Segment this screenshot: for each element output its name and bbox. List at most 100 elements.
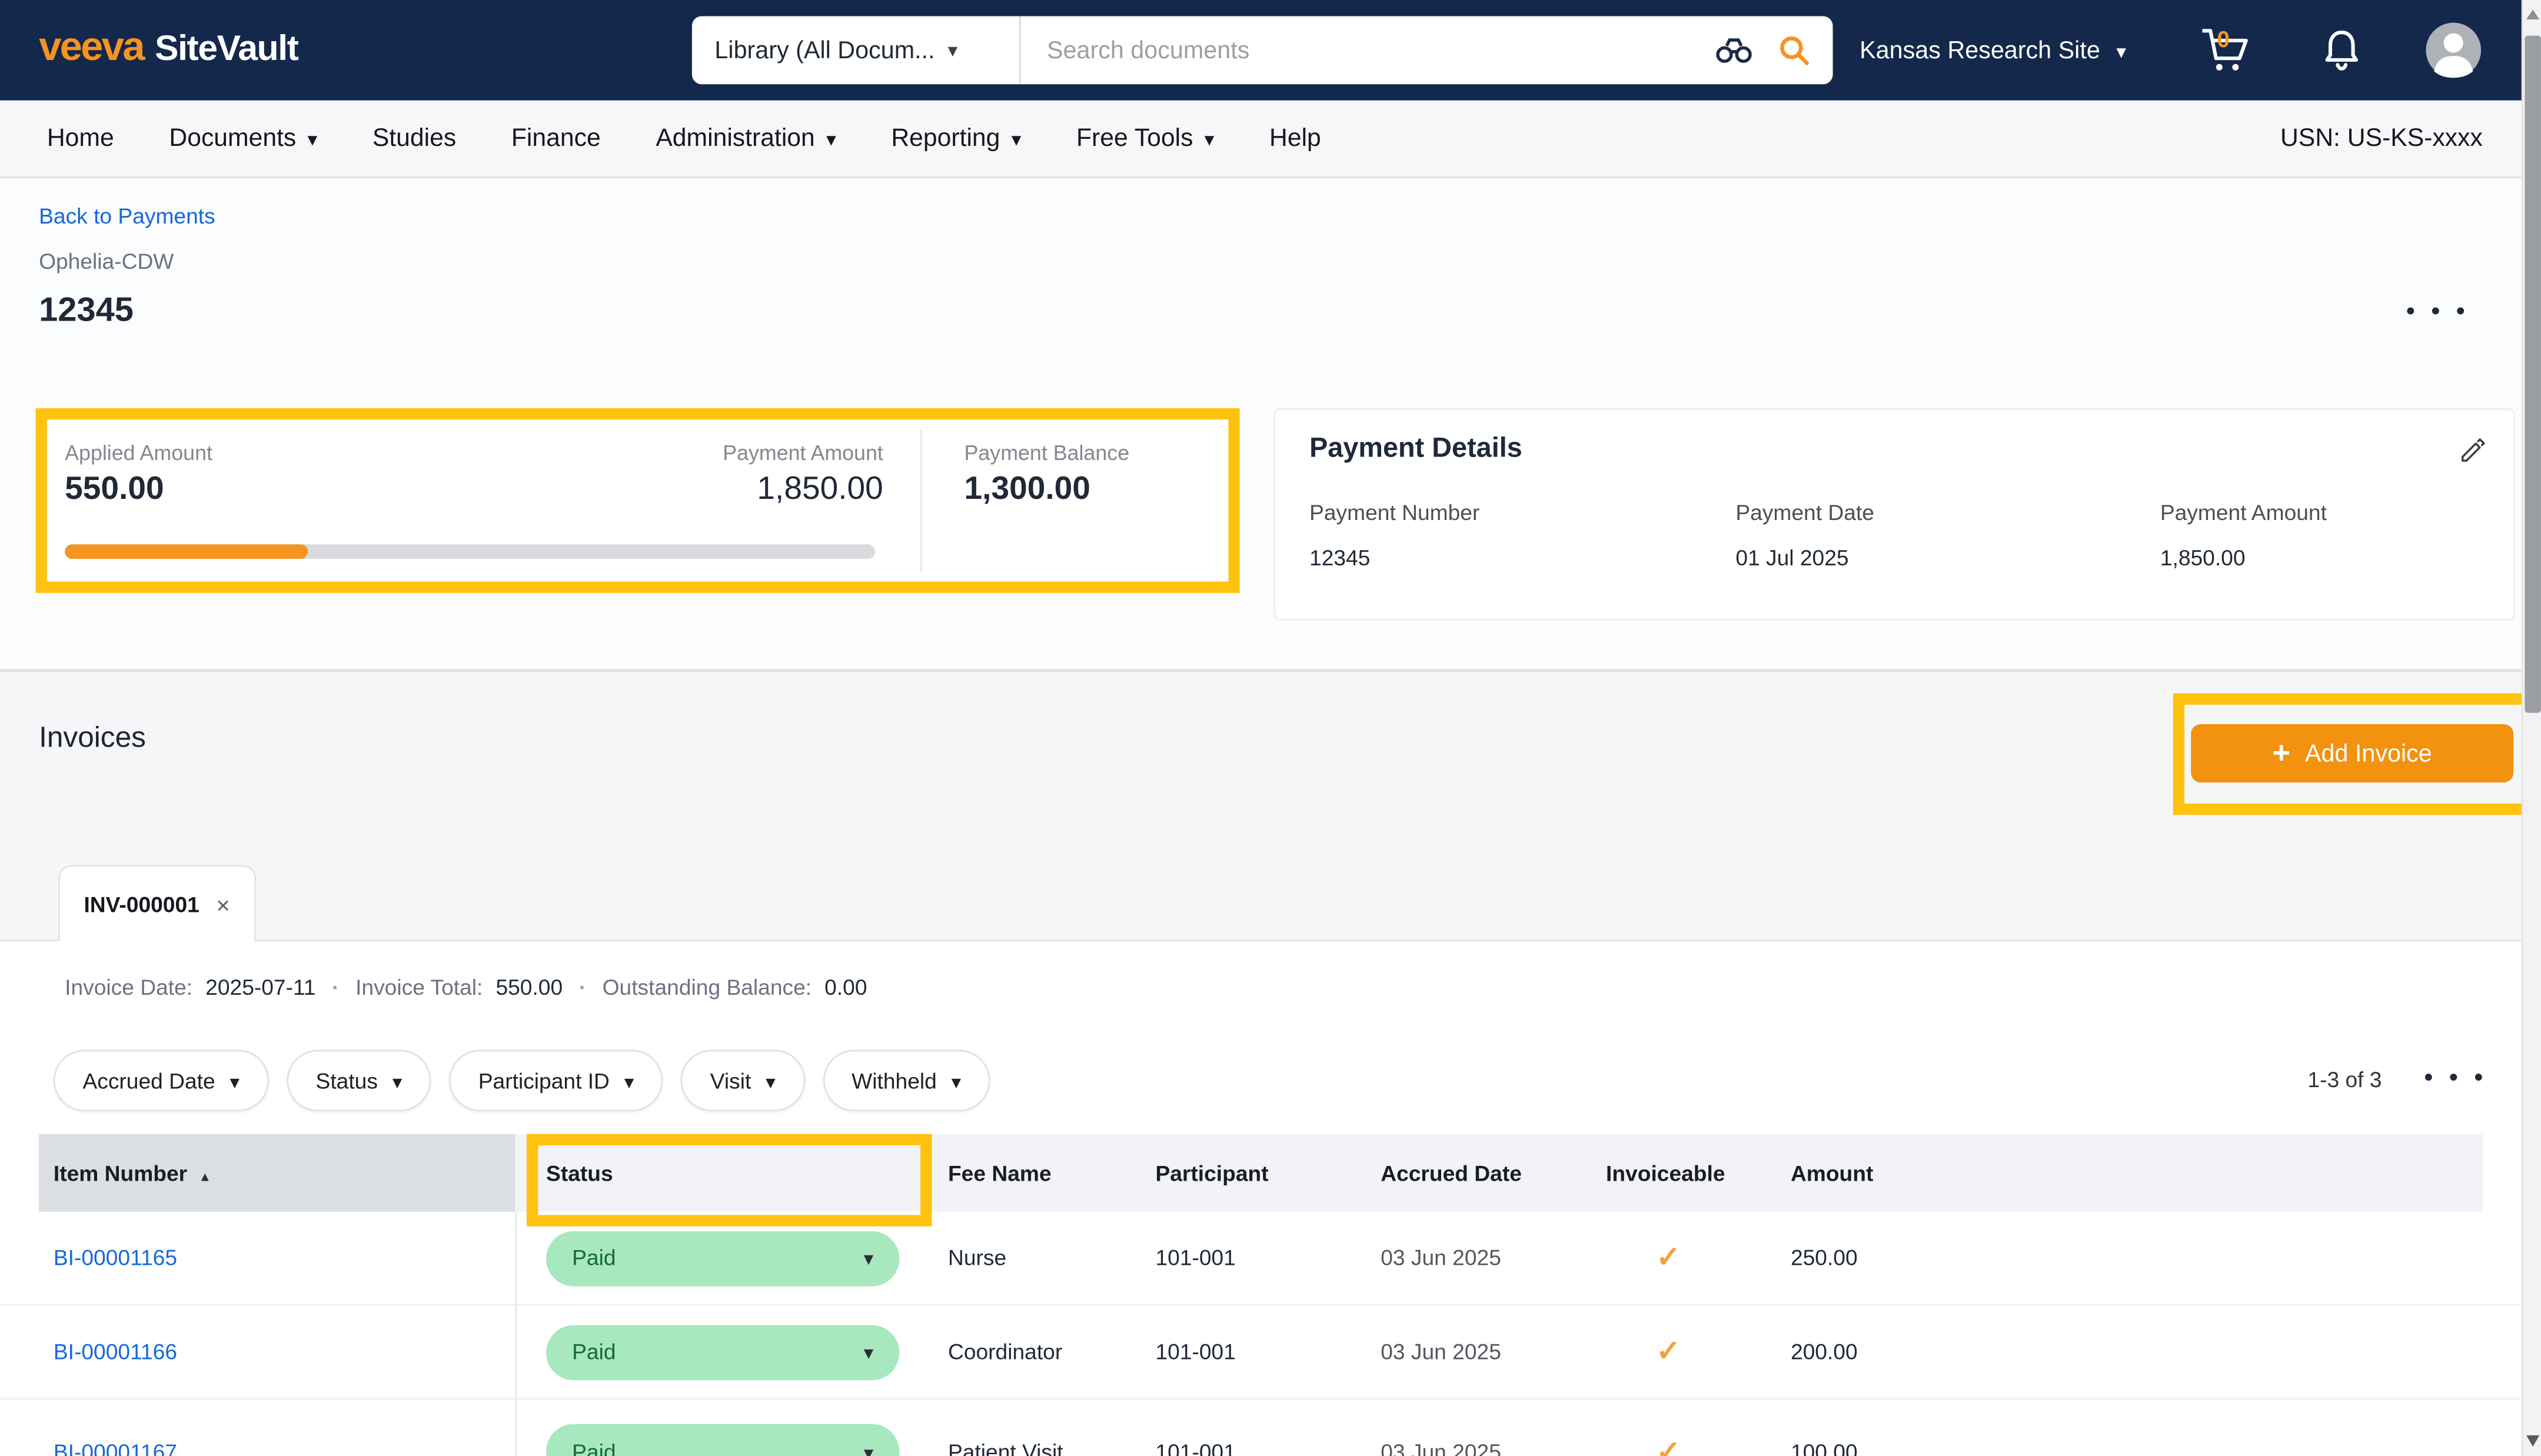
fee-name-cell: Nurse (948, 1212, 1006, 1304)
highlight-box-add-invoice: + Add Invoice (2173, 694, 2533, 815)
column-header-participant[interactable]: Participant (1135, 1134, 1362, 1212)
search-scope-dropdown[interactable]: Library (All Docum... (692, 16, 1021, 85)
site-selector-label: Kansas Research Site (1860, 36, 2100, 64)
scrollbar-up-arrow-icon[interactable] (2526, 10, 2539, 20)
user-avatar[interactable] (2424, 21, 2483, 79)
veeva-logo-text: veeva (39, 24, 144, 71)
participant-cell: 101-001 (1155, 1212, 1235, 1304)
filter-visit[interactable]: Visit (681, 1049, 804, 1111)
site-selector[interactable]: Kansas Research Site (1860, 36, 2126, 64)
top-bar: veeva SiteVault Library (All Docum... (0, 0, 2522, 101)
highlight-box-payment-summary: Applied Amount 550.00 Payment Amount 1,8… (36, 408, 1240, 593)
status-value: Paid (572, 1340, 616, 1364)
filter-withheld[interactable]: Withheld (823, 1049, 990, 1111)
item-number-link[interactable]: BI-00001166 (54, 1340, 177, 1364)
frozen-column-divider (515, 1212, 517, 1456)
payment-amount-detail-field: Payment Amount 1,850.00 (2160, 501, 2327, 570)
fee-name-cell: Coordinator (948, 1306, 1062, 1398)
search-input[interactable] (1021, 36, 1713, 64)
scrollbar-thumb[interactable] (2525, 36, 2541, 713)
payment-number-value: 12345 (1309, 546, 1479, 570)
chevron-down-icon (308, 124, 318, 154)
check-icon (1656, 1241, 1681, 1275)
accrued-date-cell: 03 Jun 2025 (1381, 1212, 1501, 1304)
chevron-down-icon (948, 36, 958, 65)
chevron-down-icon (952, 1068, 962, 1092)
table-row: BI-00001165 Paid Nurse 101-001 03 Jun 20… (0, 1212, 2522, 1306)
page-title: 12345 (39, 292, 134, 331)
search-scope-label: Library (All Docum... (714, 36, 934, 64)
tab-label: INV-000001 (84, 892, 199, 916)
chevron-down-icon (864, 1440, 874, 1456)
payment-amount-label: Payment Amount (533, 441, 883, 465)
invoice-items-table-header: Item Number Status Fee Name Participant … (0, 1134, 2522, 1212)
chevron-down-icon (393, 1068, 403, 1092)
cart-count-badge: 0 (2217, 27, 2229, 52)
filter-participant-id[interactable]: Participant ID (449, 1049, 663, 1111)
applied-amount-progress-bar (65, 544, 875, 559)
veeva-sitevault-logo[interactable]: veeva SiteVault (39, 24, 298, 71)
payment-balance-value: 1,300.00 (964, 471, 1130, 508)
column-header-item-number[interactable]: Item Number (39, 1134, 515, 1212)
payment-header-region: Back to Payments Ophelia-CDW 12345 Appli… (0, 178, 2522, 672)
page-actions-menu[interactable] (2406, 298, 2470, 326)
invoice-total-value: 550.00 (495, 975, 563, 999)
add-invoice-button[interactable]: + Add Invoice (2191, 724, 2513, 782)
nav-item-free-tools[interactable]: Free Tools (1076, 124, 1214, 154)
chevron-down-icon (766, 1068, 776, 1092)
amount-cell: 200.00 (1791, 1306, 1858, 1398)
back-to-payments-link[interactable]: Back to Payments (39, 204, 215, 228)
chevron-down-icon (1205, 124, 1215, 154)
column-header-status[interactable]: Status (515, 1134, 932, 1212)
table-actions-menu[interactable] (2424, 1064, 2488, 1092)
edit-pencil-icon[interactable] (2459, 436, 2488, 473)
amount-cell: 100.00 (1791, 1400, 1858, 1456)
table-row: BI-00001167 Paid Patient Visit ... 101-0… (0, 1400, 2522, 1456)
applied-amount-label: Applied Amount (65, 441, 212, 465)
cart-icon[interactable]: 0 (2197, 24, 2253, 76)
nav-item-home[interactable]: Home (47, 124, 114, 154)
nav-item-finance[interactable]: Finance (511, 124, 601, 154)
column-header-amount[interactable]: Amount (1767, 1134, 1977, 1212)
chevron-down-icon (624, 1068, 634, 1092)
column-header-accrued-date[interactable]: Accrued Date (1361, 1134, 1580, 1212)
scrollbar-down-arrow-icon[interactable] (2526, 1435, 2539, 1447)
search-submit-icon[interactable] (1778, 34, 1810, 66)
status-value: Paid (572, 1440, 616, 1456)
summary-divider (920, 429, 922, 572)
nav-item-administration[interactable]: Administration (656, 124, 836, 154)
filter-accrued-date[interactable]: Accrued Date (54, 1049, 269, 1111)
nav-item-documents[interactable]: Documents (169, 124, 317, 154)
participant-cell: 101-001 (1155, 1306, 1235, 1398)
payment-amount-field: Payment Amount 1,850.00 (533, 441, 883, 509)
payment-number-label: Payment Number (1309, 501, 1479, 525)
item-number-link[interactable]: BI-00001167 (54, 1440, 177, 1456)
participant-cell: 101-001 (1155, 1400, 1235, 1456)
nav-item-help[interactable]: Help (1269, 124, 1321, 154)
payment-date-label: Payment Date (1735, 501, 1874, 525)
tab-inv-000001[interactable]: INV-000001 (58, 865, 256, 941)
notifications-bell-icon[interactable] (2320, 28, 2363, 73)
item-number-link[interactable]: BI-00001165 (54, 1246, 177, 1270)
filter-chips-row: Accrued Date Status Participant ID Visit… (54, 1049, 990, 1111)
column-header-invoiceable[interactable]: Invoiceable (1580, 1134, 1767, 1212)
chevron-down-icon (864, 1340, 874, 1364)
table-row: BI-00001166 Paid Coordinator 101-001 03 … (0, 1306, 2522, 1400)
binoculars-advanced-search-icon[interactable] (1713, 36, 1755, 65)
nav-item-studies[interactable]: Studies (372, 124, 456, 154)
status-dropdown[interactable]: Paid (546, 1231, 899, 1286)
status-dropdown[interactable]: Paid (546, 1424, 899, 1456)
amount-cell: 250.00 (1791, 1212, 1858, 1304)
pagination-count: 1-3 of 3 (2307, 1068, 2382, 1092)
applied-amount-field: Applied Amount 550.00 (65, 441, 212, 509)
nav-item-reporting[interactable]: Reporting (891, 124, 1021, 154)
status-dropdown[interactable]: Paid (546, 1324, 899, 1380)
vertical-scrollbar[interactable] (2522, 0, 2541, 1456)
filter-status[interactable]: Status (287, 1049, 431, 1111)
chevron-down-icon (826, 124, 836, 154)
payment-amount-detail-value: 1,850.00 (2160, 546, 2327, 570)
column-header-fee-name[interactable]: Fee Name (932, 1134, 1134, 1212)
payment-date-field: Payment Date 01 Jul 2025 (1735, 501, 1874, 570)
meta-separator (579, 975, 586, 999)
tab-close-icon[interactable] (215, 891, 230, 917)
